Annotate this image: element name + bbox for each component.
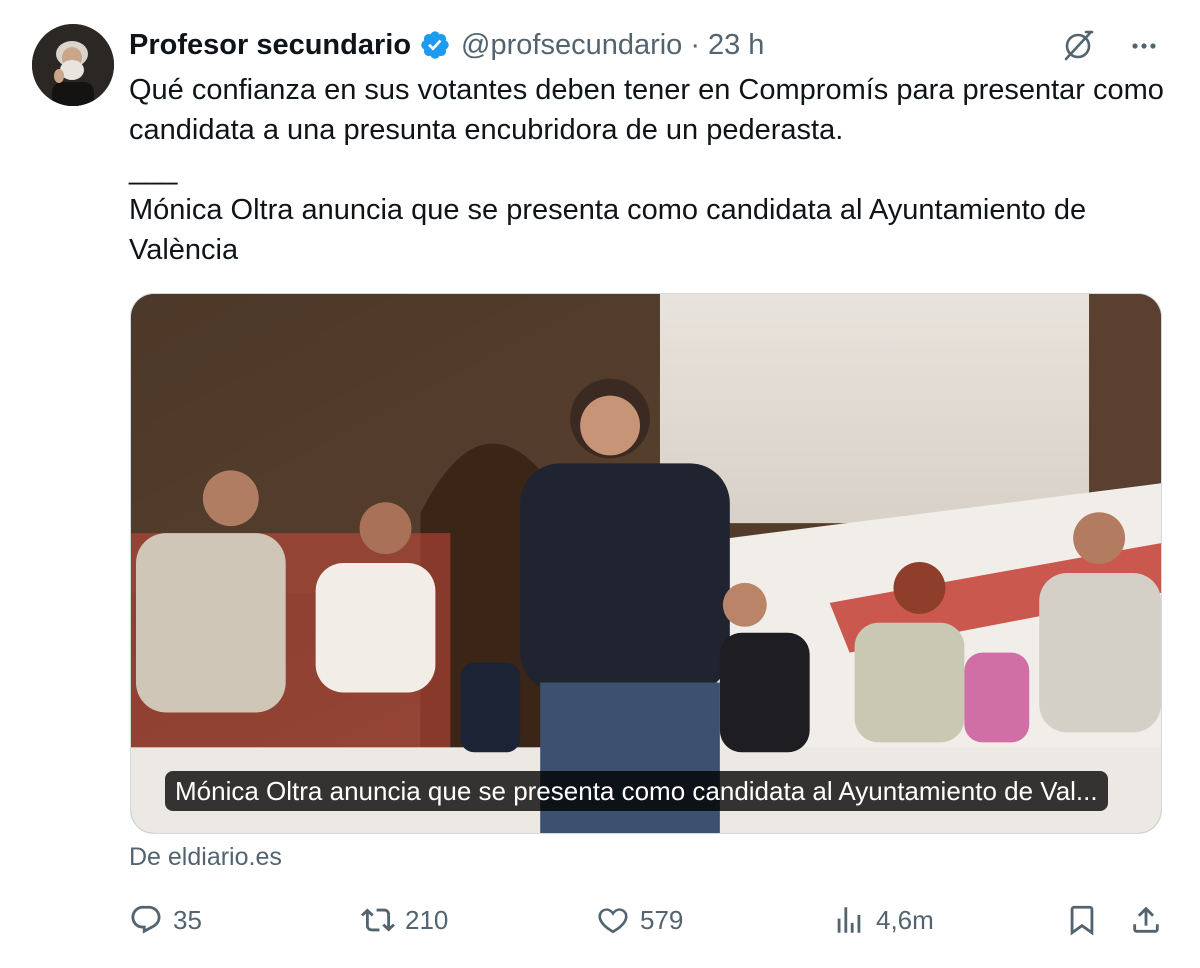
verified-badge-icon[interactable] [419,29,451,61]
tweet-timestamp[interactable]: 23 h [708,29,764,62]
reply-button[interactable]: 35 [129,895,202,945]
avatar[interactable] [32,24,114,106]
views-icon [837,907,861,933]
reply-icon [131,905,161,934]
author-name[interactable]: Profesor secundario [129,29,411,62]
views-count: 4,6m [876,904,934,935]
card-source[interactable]: De eldiario.es [129,843,282,872]
link-card[interactable]: Mónica Oltra anuncia que se presenta com… [130,293,1162,834]
card-photo[interactable] [131,294,1161,833]
share-button[interactable] [1129,895,1163,945]
tweet-text-separator: ___ [129,154,178,186]
card-caption: Mónica Oltra anuncia que se presenta com… [165,771,1108,811]
tweet-text-quote: Mónica Oltra anuncia que se presenta com… [129,194,1087,266]
views-button[interactable]: 4,6m [832,895,934,945]
tweet-text: Qué confianza en sus votantes deben tene… [129,70,1169,270]
repost-count: 210 [405,904,449,935]
tweet[interactable]: Profesor secundario @profsecundario · 23… [0,0,1200,968]
repost-icon [361,908,395,932]
tweet-actions: 35 210 579 4,6m [129,895,1163,945]
share-icon [1133,906,1159,933]
separator-dot: · [690,28,700,61]
tweet-header: Profesor secundario @profsecundario · 23… [129,26,764,64]
tweet-top-actions [1060,28,1160,64]
grok-icon[interactable] [1060,28,1096,64]
reply-count: 35 [173,904,202,935]
repost-button[interactable]: 210 [361,895,448,945]
like-count: 579 [640,904,684,935]
like-icon [598,908,628,934]
bookmark-button[interactable] [1065,895,1099,945]
like-button[interactable]: 579 [596,895,683,945]
author-handle[interactable]: @profsecundario [461,29,682,62]
bookmark-icon [1070,905,1094,936]
tweet-text-main: Qué confianza en sus votantes deben tene… [129,74,1164,146]
more-icon[interactable] [1128,30,1160,62]
